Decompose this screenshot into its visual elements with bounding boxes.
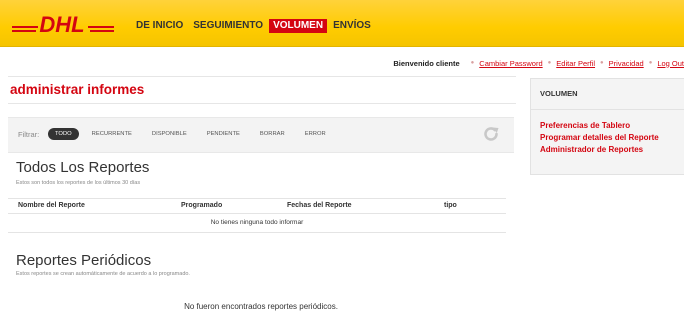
- svg-text:DHL: DHL: [39, 12, 84, 34]
- filter-pendiente[interactable]: PENDIENTE: [200, 128, 247, 140]
- logout-link[interactable]: Log Out: [657, 59, 684, 68]
- separator-dot: ●: [648, 60, 653, 66]
- schedule-report-details-link[interactable]: Programar detalles del Reporte: [540, 132, 659, 144]
- filter-disponible[interactable]: DISPONIBLE: [145, 128, 194, 140]
- divider: [8, 76, 516, 77]
- separator-dot: ●: [547, 60, 552, 66]
- filter-options: TODO RECURRENTE DISPONIBLE PENDIENTE BOR…: [48, 128, 339, 140]
- user-bar: Bienvenido cliente ● Cambiar Password ● …: [393, 56, 684, 70]
- nav-envios[interactable]: ENVÍOS: [329, 19, 375, 33]
- nav-seguimiento[interactable]: SEGUIMIENTO: [189, 19, 267, 33]
- main-nav: DE INICIO SEGUIMIENTO VOLUMEN ENVÍOS: [132, 19, 377, 33]
- welcome-text: Bienvenido cliente: [393, 58, 460, 68]
- volumen-side-panel: VOLUMEN Preferencias de Tablero Programa…: [530, 78, 684, 175]
- column-header-report-name[interactable]: Nombre del Reporte: [18, 202, 85, 209]
- report-manager-link[interactable]: Administrador de Reportes: [540, 144, 659, 156]
- side-panel-heading: VOLUMEN: [540, 89, 578, 98]
- dhl-logo[interactable]: DHL: [12, 12, 114, 34]
- reports-empty-row: No tienes ninguna todo informar: [8, 213, 506, 233]
- filter-bar: Filtrar: TODO RECURRENTE DISPONIBLE PEND…: [8, 117, 514, 153]
- dashboard-preferences-link[interactable]: Preferencias de Tablero: [540, 120, 659, 132]
- change-password-link[interactable]: Cambiar Password: [479, 59, 542, 68]
- all-reports-subtitle: Estos son todos los reportes de los últi…: [16, 180, 141, 186]
- separator-dot: ●: [600, 60, 604, 66]
- side-panel-links: Preferencias de Tablero Programar detall…: [540, 120, 659, 156]
- filter-borrar[interactable]: BORRAR: [253, 128, 292, 140]
- filter-error[interactable]: ERROR: [298, 128, 333, 140]
- reports-table-header: Nombre del Reporte Programado Fechas del…: [8, 198, 506, 214]
- filter-recurrente[interactable]: RECURRENTE: [85, 128, 139, 140]
- filter-todo[interactable]: TODO: [48, 128, 79, 140]
- nav-volumen[interactable]: VOLUMEN: [269, 19, 328, 33]
- column-header-type[interactable]: tipo: [444, 202, 457, 209]
- all-reports-title: Todos Los Reportes: [16, 159, 150, 176]
- periodic-reports-title: Reportes Periódicos: [16, 252, 152, 269]
- edit-profile-link[interactable]: Editar Perfil: [556, 59, 595, 68]
- refresh-icon[interactable]: [482, 125, 500, 143]
- column-header-report-dates[interactable]: Fechas del Reporte: [287, 202, 352, 209]
- page-title: administrar informes: [10, 82, 145, 97]
- divider: [8, 103, 516, 104]
- top-header: DHL DE INICIO SEGUIMIENTO VOLUMEN ENVÍOS: [0, 0, 684, 47]
- separator-dot: ●: [470, 60, 475, 66]
- filter-label: Filtrar:: [18, 130, 40, 139]
- divider: [531, 109, 684, 110]
- nav-de-inicio[interactable]: DE INICIO: [132, 19, 187, 33]
- periodic-reports-subtitle: Estos reportes se crean automáticamente …: [16, 271, 190, 277]
- periodic-reports-empty-message: No fueron encontrados reportes periódico…: [184, 302, 338, 311]
- column-header-scheduled[interactable]: Programado: [181, 202, 222, 209]
- privacy-link[interactable]: Privacidad: [609, 59, 644, 68]
